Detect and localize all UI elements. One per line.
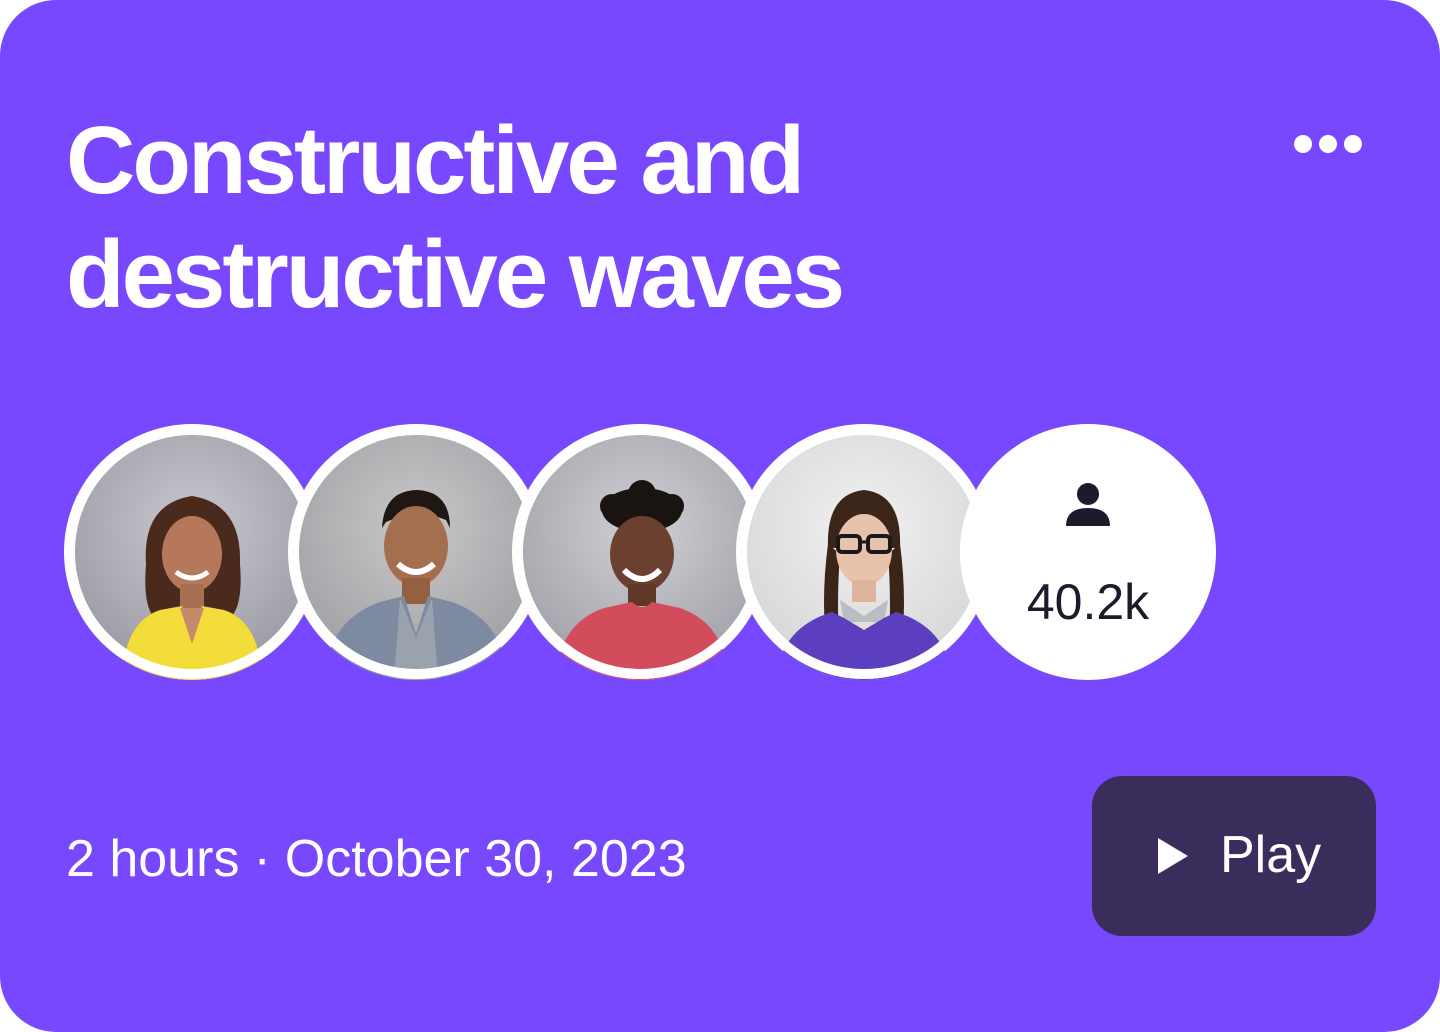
avatar-woman-glasses-purple-sweater bbox=[736, 424, 992, 680]
title-line-1: Constructive and bbox=[66, 107, 805, 214]
meta-separator: · bbox=[253, 830, 271, 888]
avatar-man-red-shirt bbox=[512, 424, 768, 680]
participant-count: 40.2k bbox=[1026, 574, 1150, 630]
title-line-2: destructive waves bbox=[66, 221, 845, 328]
more-options-button[interactable] bbox=[1280, 112, 1376, 176]
session-title: Constructive and destructive waves bbox=[66, 104, 1066, 332]
avatar-woman-yellow-top bbox=[64, 424, 320, 680]
participant-count-bubble: 40.2k bbox=[960, 424, 1216, 680]
play-label: Play bbox=[1220, 826, 1322, 884]
play-button[interactable]: Play bbox=[1092, 776, 1376, 936]
session-card: Constructive and destructive waves 40.2k… bbox=[0, 0, 1440, 1032]
duration-text: 2 hours bbox=[66, 830, 240, 888]
avatar-man-grey-blazer bbox=[288, 424, 544, 680]
date-text: October 30, 2023 bbox=[284, 830, 687, 888]
person-icon bbox=[1066, 483, 1110, 526]
more-horizontal-icon bbox=[1294, 135, 1362, 153]
participant-avatars: 40.2k bbox=[64, 424, 1224, 680]
play-icon bbox=[1158, 838, 1188, 874]
session-meta: 2 hours · October 30, 2023 bbox=[66, 828, 687, 890]
